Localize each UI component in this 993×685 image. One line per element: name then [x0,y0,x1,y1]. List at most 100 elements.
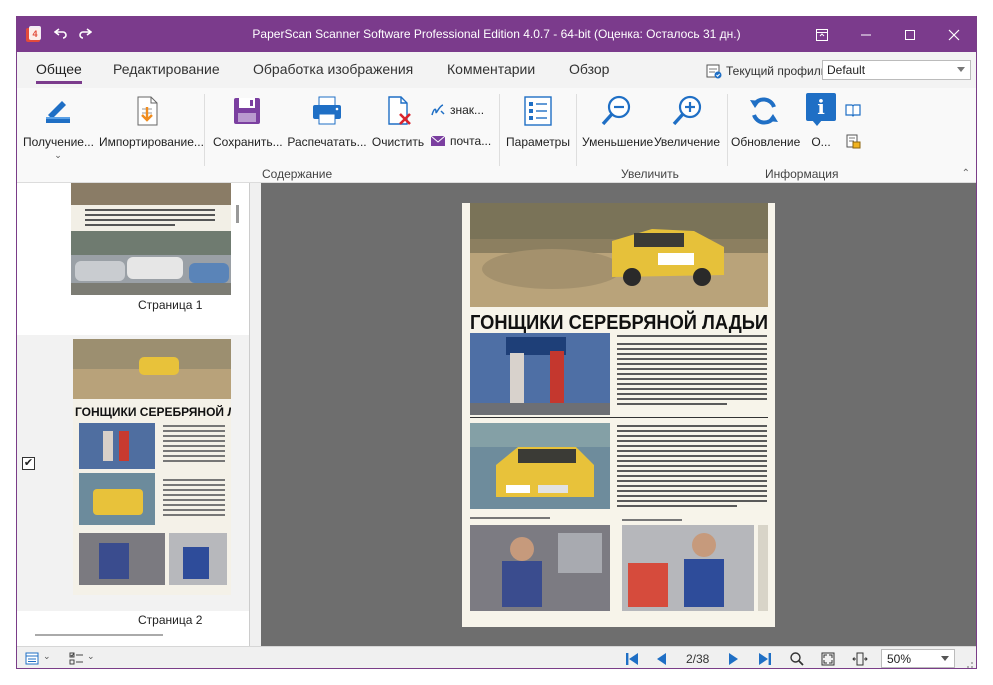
title-bar: 4 PaperScan Scanner Software Professiona… [17,17,976,52]
help-book-button[interactable] [845,102,861,118]
import-file-icon [137,96,158,126]
print-label: Распечатать... [287,135,367,149]
fit-width-icon[interactable] [852,651,868,667]
scanner-icon [46,101,70,123]
save-button[interactable]: Сохранить... [213,93,283,163]
group-label-info: Информация [765,167,839,181]
zoom-out-label: Уменьшение [582,135,654,149]
ribbon-display-icon[interactable] [800,17,844,52]
license-button[interactable] [845,133,861,149]
thumbnail-horizontal-scrollbar[interactable] [35,634,163,636]
close-button[interactable] [932,17,976,52]
printer-icon [313,96,341,125]
clear-label: Очистить [371,135,425,149]
chevron-up-icon[interactable]: ⌃ [962,168,970,179]
zoom-in-button[interactable]: Увеличение [653,93,721,163]
thumbnail-view-icon[interactable] [25,651,41,667]
sign-button[interactable]: знак... [430,102,484,118]
mail-label: почта... [450,134,492,148]
print-button[interactable]: Распечатать... [287,93,367,163]
book-icon [845,104,861,117]
group-label-content: Содержание [262,167,333,181]
chevron-down-icon[interactable]: ⌄ [87,651,95,667]
zoom-value: 50% [887,652,912,666]
zoom-in-icon [672,95,702,126]
refresh-icon [750,97,778,125]
about-button[interactable]: i О... [803,93,839,163]
settings-list-icon [524,96,552,126]
profile-select-value: Default [827,63,866,77]
profile-label: Текущий профиль [726,64,828,78]
fit-page-icon[interactable] [820,651,836,667]
last-page-button[interactable] [757,651,773,667]
mail-icon [430,135,446,146]
actual-size-icon[interactable] [789,651,805,667]
group-label-zoom: Увеличить [621,167,679,181]
import-button[interactable]: Импортирование... [99,93,204,163]
refresh-label: Обновление [731,135,801,149]
zoom-select[interactable]: 50% [881,649,955,668]
page-2-checkbox[interactable]: ✔ [22,457,35,470]
undo-icon[interactable] [53,26,69,42]
info-icon: i [806,93,836,127]
signature-icon [431,104,445,116]
document-page: ГОНЩИКИ СЕРЕБРЯНОЙ ЛАДЬИ [462,203,775,627]
chevron-down-icon[interactable]: ⌄ [23,150,93,161]
acquire-label: Получение... [23,135,94,149]
ribbon-tabs: Общее Редактирование Обработка изображен… [17,52,976,88]
sign-label: знак... [450,103,485,117]
chevron-down-icon [957,67,965,72]
params-button[interactable]: Параметры [505,93,571,163]
ribbon-separator [727,94,728,166]
app-window: 4 PaperScan Scanner Software Professiona… [16,16,977,669]
tab-editing[interactable]: Редактирование [113,61,220,77]
params-label: Параметры [506,135,570,149]
profile-icon [706,63,722,79]
thumbnail-page-1[interactable] [71,183,231,295]
clear-document-icon [388,96,411,125]
zoom-in-label: Увеличение [653,135,721,149]
thumbnail-page-2[interactable]: ГОНЩИКИ СЕРЕБРЯНОЙ ЛАДЬ [73,339,231,595]
redo-icon[interactable] [77,26,93,42]
zoom-out-icon [601,95,631,126]
chevron-down-icon[interactable]: ⌄ [43,651,51,667]
ribbon-separator [204,94,205,166]
window-title: PaperScan Scanner Software Professional … [252,27,741,41]
tab-image-processing[interactable]: Обработка изображения [253,61,413,77]
acquire-button[interactable]: Получение... ⌄ [23,93,94,163]
ribbon-separator [576,94,577,166]
refresh-button[interactable]: Обновление [731,93,801,163]
thumbnail-label-page-1: Страница 1 [138,298,203,312]
page-indicator: 2/38 [686,652,710,666]
about-label: О... [811,135,831,149]
app-logo-icon[interactable]: 4 [25,26,43,44]
svg-text:ГОНЩИКИ СЕРЕБРЯНОЙ ЛАДЬ: ГОНЩИКИ СЕРЕБРЯНОЙ ЛАДЬ [75,404,231,419]
status-bar: ⌄ ⌄ 2/38 50% [17,646,976,668]
license-icon [846,134,861,149]
resize-grip-icon[interactable] [964,658,974,668]
clear-button[interactable]: Очистить [371,93,425,163]
maximize-button[interactable] [888,17,932,52]
selection-list-icon[interactable] [69,651,85,667]
ribbon-separator [499,94,500,166]
import-label: Импортирование... [99,135,204,149]
minimize-button[interactable] [844,17,888,52]
mail-button[interactable]: почта... [430,133,491,149]
thumbnail-panel[interactable]: Страница 1 ГОНЩИКИ СЕРЕБРЯНОЙ ЛАДЬ [17,183,250,646]
thumbnail-label-page-2: Страница 2 [138,613,203,627]
tab-general[interactable]: Общее [36,61,82,84]
first-page-button[interactable] [624,651,640,667]
next-page-button[interactable] [725,651,741,667]
ribbon: Получение... ⌄ Импортирование... Сохрани… [17,88,976,183]
previous-page-button[interactable] [654,651,670,667]
chevron-down-icon [941,656,949,661]
thumbnail-scrollbar[interactable] [236,205,239,223]
save-icon [234,98,260,124]
svg-text:4: 4 [32,29,37,39]
document-viewer[interactable]: ГОНЩИКИ СЕРЕБРЯНОЙ ЛАДЬИ [261,183,976,646]
tab-view[interactable]: Обзор [569,61,609,77]
tab-comments[interactable]: Комментарии [447,61,535,77]
profile-select[interactable]: Default [822,60,971,80]
zoom-out-button[interactable]: Уменьшение [582,93,654,163]
save-label: Сохранить... [213,135,283,149]
